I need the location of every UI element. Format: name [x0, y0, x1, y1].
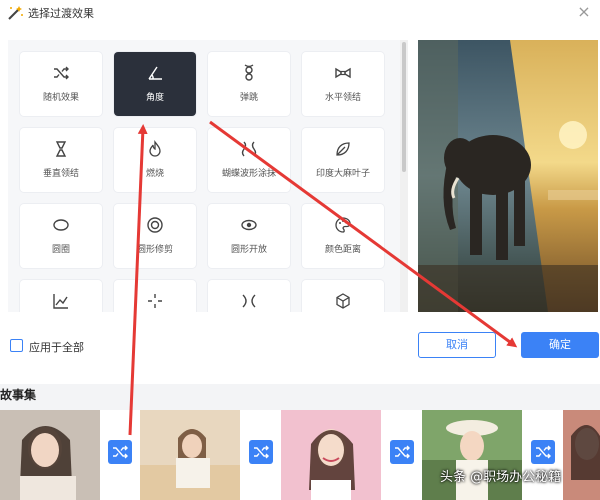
line-chart-icon: [53, 294, 68, 309]
shuffle-icon: [254, 445, 269, 459]
apply-to-all-checkbox[interactable]: [10, 339, 23, 352]
watermark-text: 头条 @职场办公秘籍: [440, 470, 562, 485]
story-thumbnail[interactable]: [422, 410, 522, 500]
story-thumbnail[interactable]: [281, 410, 381, 500]
bowtie-vertical-icon: [55, 141, 67, 157]
cross-warp-icon: [242, 294, 256, 308]
tile-label: 燃烧: [145, 169, 164, 179]
shuffle-icon: [54, 66, 69, 80]
story-transition-button[interactable]: [531, 440, 555, 464]
dialog-titlebar: 选择过渡效果 ×: [0, 0, 600, 26]
story-transition-button[interactable]: [249, 440, 273, 464]
crosshair-icon: [148, 294, 162, 308]
transition-tile-random[interactable]: 随机效果: [20, 52, 102, 116]
transition-tile-bowtie-vertical[interactable]: 垂直领结: [20, 128, 102, 192]
apply-to-all-label: 应用于全部: [29, 341, 84, 354]
tile-label: 颜色距离: [324, 245, 361, 255]
cube-icon: [336, 293, 350, 309]
shuffle-icon: [536, 445, 551, 459]
tile-label: 弹跳: [239, 93, 258, 103]
cancel-button[interactable]: 取消: [418, 332, 496, 358]
tile-label: 蝴蝶波形涂抹: [221, 169, 276, 179]
transition-grid: 随机效果 角度 弹跳 水平领结 垂直领结 燃烧 蝴蝶波形涂抹 印度大麻叶子 圆圈…: [8, 40, 408, 312]
tile-label: 圆形修剪: [136, 245, 173, 255]
bounce-icon: [244, 64, 254, 81]
leaf-icon: [336, 142, 350, 156]
close-button[interactable]: ×: [574, 2, 594, 22]
flame-icon: [149, 140, 161, 157]
palette-icon: [335, 217, 351, 233]
story-transition-button[interactable]: [390, 440, 414, 464]
transition-tile-cube[interactable]: [302, 280, 384, 312]
transition-tile-butterfly-wave[interactable]: 蝴蝶波形涂抹: [208, 128, 290, 192]
ellipse-icon: [53, 219, 69, 231]
tile-label: 角度: [145, 93, 164, 103]
transition-tile-bounce[interactable]: 弹跳: [208, 52, 290, 116]
tile-label: 印度大麻叶子: [315, 169, 370, 179]
tile-label: 垂直领结: [42, 169, 79, 179]
transition-tile-flame[interactable]: 燃烧: [114, 128, 196, 192]
circle-crop-icon: [147, 217, 163, 233]
page: 选择过渡效果 × 随机效果 角度 弹跳 水平领结 垂直领结 燃烧 蝴蝶波形涂抹 …: [0, 0, 600, 500]
shuffle-icon: [113, 445, 128, 459]
transition-tile-angle[interactable]: 角度: [114, 52, 196, 116]
transition-tile-crosshair[interactable]: [114, 280, 196, 312]
story-strip: [0, 410, 600, 500]
tile-label: 圆形开放: [230, 245, 267, 255]
dialog-title: 选择过渡效果: [28, 7, 94, 20]
story-thumbnail[interactable]: [0, 410, 100, 500]
story-section-title: 故事集: [0, 388, 37, 402]
transition-tile-leaf[interactable]: 印度大麻叶子: [302, 128, 384, 192]
grid-scrollbar[interactable]: [400, 40, 408, 312]
scroll-thumb[interactable]: [402, 42, 406, 172]
transition-tile-color-distance[interactable]: 颜色距离: [302, 204, 384, 268]
magic-wand-icon: [8, 6, 23, 20]
shuffle-icon: [395, 445, 410, 459]
tile-label: 随机效果: [42, 93, 79, 103]
transition-preview-image: [418, 40, 598, 312]
transition-dialog: 选择过渡效果 × 随机效果 角度 弹跳 水平领结 垂直领结 燃烧 蝴蝶波形涂抹 …: [0, 0, 600, 384]
transition-tile-circle-crop[interactable]: 圆形修剪: [114, 204, 196, 268]
transition-tile-cross-warp[interactable]: [208, 280, 290, 312]
butterfly-wave-icon: [241, 141, 257, 157]
story-thumbnail[interactable]: [140, 410, 240, 500]
bowtie-horizontal-icon: [335, 67, 351, 79]
tile-label: 水平领结: [324, 93, 361, 103]
tile-label: 圆圈: [51, 245, 70, 255]
transition-tile-circle-open[interactable]: 圆形开放: [208, 204, 290, 268]
transition-tile-ellipse[interactable]: 圆圈: [20, 204, 102, 268]
elephant-preview-image: [418, 40, 598, 312]
transition-tile-chart[interactable]: [20, 280, 102, 312]
story-thumbnail[interactable]: [563, 410, 600, 500]
ok-button[interactable]: 确定: [521, 332, 599, 358]
transition-tile-bowtie-horizontal[interactable]: 水平领结: [302, 52, 384, 116]
story-transition-button[interactable]: [108, 440, 132, 464]
circle-open-icon: [241, 219, 257, 231]
angle-icon: [148, 66, 162, 80]
